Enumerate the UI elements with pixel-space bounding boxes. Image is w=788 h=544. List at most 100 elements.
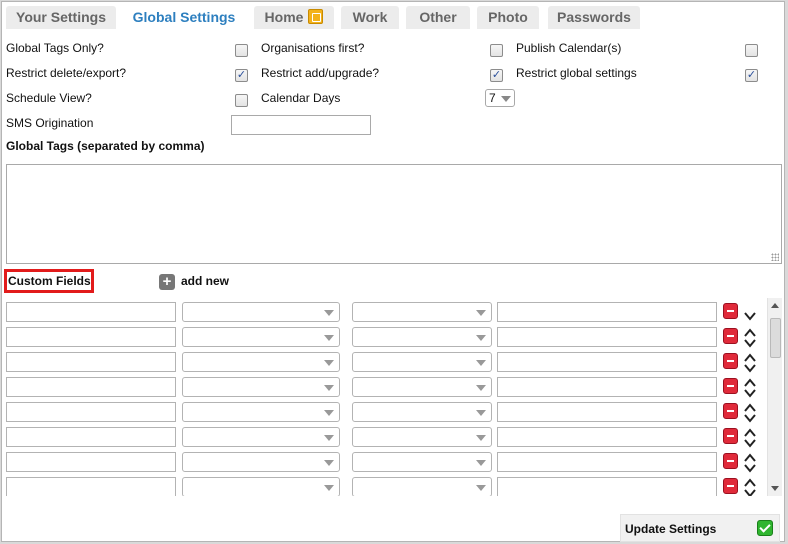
custom-field-name-input[interactable] bbox=[6, 477, 176, 496]
remove-icon[interactable] bbox=[723, 378, 738, 394]
reorder-controls bbox=[744, 327, 756, 348]
tab-label: Global Settings bbox=[132, 9, 236, 25]
reorder-controls bbox=[744, 477, 756, 496]
chevron-down-icon[interactable] bbox=[744, 412, 756, 423]
chevron-up-icon[interactable] bbox=[744, 377, 756, 387]
chevron-up-icon[interactable] bbox=[744, 402, 756, 412]
schedule-view-checkbox[interactable] bbox=[235, 94, 248, 107]
scroll-thumb[interactable] bbox=[770, 318, 781, 358]
custom-field-type-select[interactable] bbox=[182, 427, 340, 447]
chevron-down-icon[interactable] bbox=[744, 337, 756, 348]
custom-field-option-select[interactable] bbox=[352, 377, 492, 397]
chevron-down-icon bbox=[476, 335, 486, 341]
tab-home[interactable]: Home bbox=[254, 6, 334, 29]
custom-field-row bbox=[2, 452, 762, 474]
sms-origination-input[interactable] bbox=[231, 115, 371, 135]
custom-field-option-select[interactable] bbox=[352, 327, 492, 347]
tab-global-settings[interactable]: Global Settings bbox=[123, 6, 245, 29]
custom-field-option-select[interactable] bbox=[352, 452, 492, 472]
chevron-down-icon bbox=[324, 310, 334, 316]
chevron-down-icon[interactable] bbox=[744, 362, 756, 373]
chevron-down-icon bbox=[324, 485, 334, 491]
chevron-down-icon[interactable] bbox=[744, 387, 756, 398]
resize-grip-icon[interactable] bbox=[771, 253, 779, 261]
custom-field-name-input[interactable] bbox=[6, 352, 176, 372]
tab-photo[interactable]: Photo bbox=[477, 6, 539, 29]
custom-field-row bbox=[2, 352, 762, 374]
chevron-down-icon[interactable] bbox=[744, 310, 756, 321]
custom-field-option-select[interactable] bbox=[352, 302, 492, 322]
publish-calendars-checkbox[interactable] bbox=[745, 44, 758, 57]
chevron-down-icon[interactable] bbox=[744, 437, 756, 448]
calendar-days-select[interactable]: 7 bbox=[485, 89, 515, 107]
tab-label: Other bbox=[419, 9, 457, 25]
chevron-up-icon[interactable] bbox=[744, 427, 756, 437]
remove-icon[interactable] bbox=[723, 428, 738, 444]
global-tags-textarea[interactable] bbox=[6, 164, 782, 264]
custom-field-name-input[interactable] bbox=[6, 302, 176, 322]
update-settings-button[interactable]: Update Settings bbox=[620, 514, 780, 542]
chevron-up-icon[interactable] bbox=[744, 327, 756, 337]
restrict-global-settings-checkbox[interactable]: ✓ bbox=[745, 69, 758, 82]
custom-field-name-input[interactable] bbox=[6, 427, 176, 447]
chevron-down-icon bbox=[324, 360, 334, 366]
chevron-down-icon bbox=[324, 335, 334, 341]
custom-field-type-select[interactable] bbox=[182, 377, 340, 397]
custom-field-type-select[interactable] bbox=[182, 452, 340, 472]
custom-field-value-input[interactable] bbox=[497, 352, 717, 372]
custom-field-option-select[interactable] bbox=[352, 402, 492, 422]
custom-field-option-select[interactable] bbox=[352, 427, 492, 447]
scroll-down-icon[interactable] bbox=[771, 486, 779, 491]
edit-icon[interactable] bbox=[308, 9, 324, 24]
custom-field-value-input[interactable] bbox=[497, 427, 717, 447]
global-tags-only-checkbox[interactable] bbox=[235, 44, 248, 57]
custom-field-row bbox=[2, 402, 762, 424]
custom-field-type-select[interactable] bbox=[182, 402, 340, 422]
remove-icon[interactable] bbox=[723, 353, 738, 369]
remove-icon[interactable] bbox=[723, 453, 738, 469]
custom-field-name-input[interactable] bbox=[6, 452, 176, 472]
tab-label: Work bbox=[352, 9, 388, 25]
scroll-up-icon[interactable] bbox=[771, 303, 779, 308]
restrict-delete-export-checkbox[interactable]: ✓ bbox=[235, 69, 248, 82]
organisations-first-checkbox[interactable] bbox=[490, 44, 503, 57]
tab-work[interactable]: Work bbox=[341, 6, 399, 29]
custom-field-name-input[interactable] bbox=[6, 377, 176, 397]
reorder-controls bbox=[744, 427, 756, 448]
chevron-up-icon[interactable] bbox=[744, 477, 756, 487]
tab-passwords[interactable]: Passwords bbox=[548, 6, 640, 29]
add-icon[interactable]: + bbox=[159, 274, 175, 290]
chevron-up-icon[interactable] bbox=[744, 452, 756, 462]
restrict-add-upgrade-checkbox[interactable]: ✓ bbox=[490, 69, 503, 82]
custom-field-value-input[interactable] bbox=[497, 477, 717, 496]
custom-field-name-input[interactable] bbox=[6, 327, 176, 347]
custom-field-value-input[interactable] bbox=[497, 402, 717, 422]
chevron-down-icon[interactable] bbox=[744, 487, 756, 496]
custom-field-option-select[interactable] bbox=[352, 352, 492, 372]
check-icon bbox=[757, 520, 773, 536]
custom-field-type-select[interactable] bbox=[182, 327, 340, 347]
custom-field-option-select[interactable] bbox=[352, 477, 492, 496]
custom-field-type-select[interactable] bbox=[182, 477, 340, 496]
calendar-days-value: 7 bbox=[489, 91, 496, 105]
custom-field-type-select[interactable] bbox=[182, 302, 340, 322]
chevron-down-icon[interactable] bbox=[744, 462, 756, 473]
chevron-up-icon[interactable] bbox=[744, 352, 756, 362]
custom-field-type-select[interactable] bbox=[182, 352, 340, 372]
custom-field-name-input[interactable] bbox=[6, 402, 176, 422]
reorder-controls bbox=[744, 377, 756, 398]
remove-icon[interactable] bbox=[723, 403, 738, 419]
remove-icon[interactable] bbox=[723, 478, 738, 494]
custom-field-value-input[interactable] bbox=[497, 302, 717, 322]
custom-fields-scrollbar[interactable] bbox=[767, 298, 782, 496]
tab-other[interactable]: Other bbox=[406, 6, 470, 29]
remove-icon[interactable] bbox=[723, 303, 738, 319]
remove-icon[interactable] bbox=[723, 328, 738, 344]
tab-your-settings[interactable]: Your Settings bbox=[6, 6, 116, 29]
custom-field-value-input[interactable] bbox=[497, 377, 717, 397]
custom-field-value-input[interactable] bbox=[497, 452, 717, 472]
reorder-controls bbox=[744, 352, 756, 373]
custom-field-row bbox=[2, 377, 762, 399]
custom-field-value-input[interactable] bbox=[497, 327, 717, 347]
add-new-link[interactable]: add new bbox=[181, 274, 229, 288]
